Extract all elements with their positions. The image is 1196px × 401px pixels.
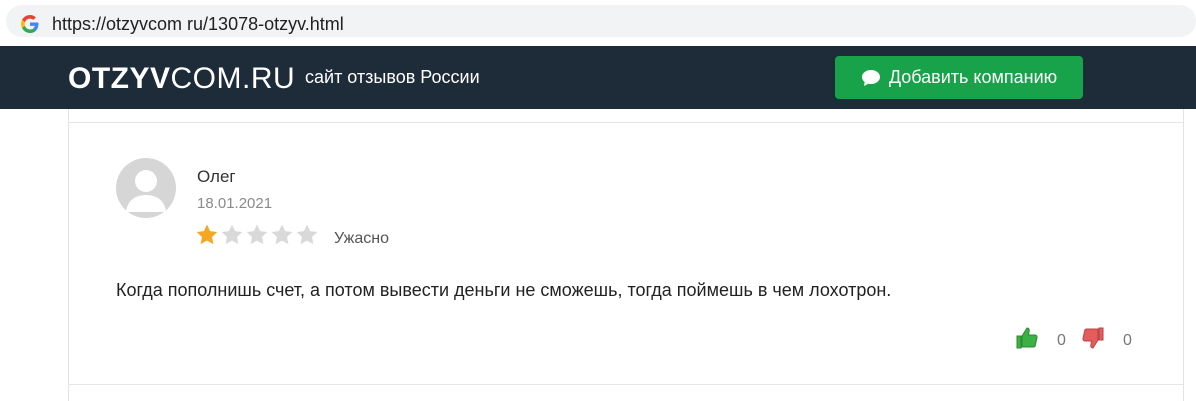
- user-silhouette-icon: [126, 170, 166, 212]
- add-company-button[interactable]: Добавить компанию: [835, 56, 1083, 99]
- site-logo[interactable]: OTZYVCOM.RU: [68, 63, 295, 95]
- chat-bubble-icon: [861, 69, 880, 86]
- add-company-label: Добавить компанию: [888, 67, 1058, 87]
- site-header: OTZYVCOM.RU сайт отзывов России Добавить…: [0, 46, 1196, 109]
- star-empty-icon: [221, 224, 243, 245]
- star-empty-icon: [246, 224, 268, 245]
- rating-label: Ужасно: [334, 230, 389, 247]
- google-g-icon: [21, 15, 39, 33]
- review-text: Когда пополнишь счет, а потом вывести де…: [116, 280, 892, 300]
- dislike-count: 0: [1123, 332, 1132, 349]
- star-empty-icon: [271, 224, 293, 245]
- thumbs-down-icon[interactable]: [1081, 326, 1105, 350]
- url-field[interactable]: https://otzyvcom ru/13078-otzyv.html: [6, 5, 1196, 37]
- content-right-border: [1183, 109, 1184, 401]
- like-count: 0: [1057, 332, 1066, 349]
- star-rating: [195, 223, 319, 247]
- review-bottom-divider: [68, 384, 1183, 385]
- avatar: [116, 158, 176, 218]
- star-filled-icon: [196, 224, 218, 245]
- content-left-border: [68, 109, 69, 401]
- site-tagline: сайт отзывов России: [305, 67, 480, 87]
- star-empty-icon: [296, 224, 318, 245]
- thumbs-up-icon[interactable]: [1015, 326, 1039, 350]
- url-text[interactable]: https://otzyvcom ru/13078-otzyv.html: [52, 14, 344, 35]
- logo-bold-part: OTZYV: [68, 62, 171, 95]
- review-top-divider: [68, 122, 1183, 123]
- review-author[interactable]: Олег: [197, 167, 236, 187]
- logo-thin-part: COM.RU: [170, 62, 296, 95]
- browser-address-bar: https://otzyvcom ru/13078-otzyv.html: [0, 0, 1196, 45]
- review-date: 18.01.2021: [197, 195, 273, 212]
